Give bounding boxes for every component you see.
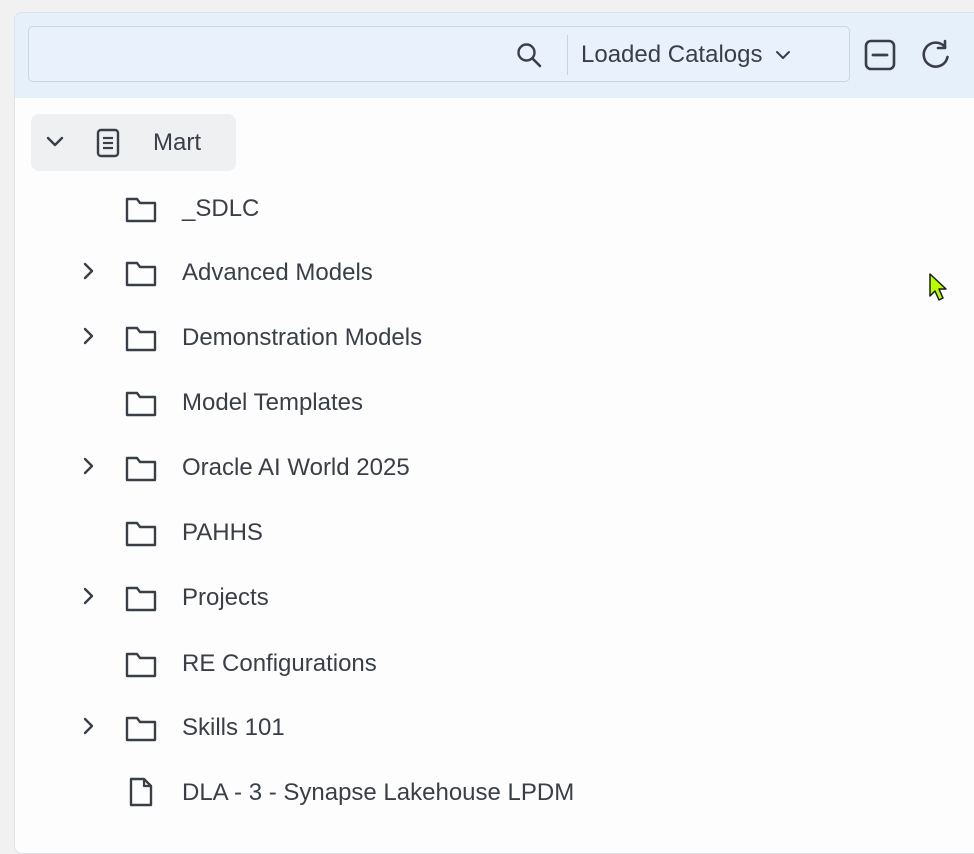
catalog-selector-label: Loaded Catalogs: [581, 41, 763, 68]
tree-item-label: Oracle AI World 2025: [182, 454, 410, 481]
tree-item-label: RE Configurations: [182, 650, 377, 677]
tree-root-mart[interactable]: Mart: [31, 114, 236, 171]
search-icon[interactable]: [514, 40, 544, 70]
collapse-all-icon[interactable]: [862, 37, 898, 73]
file-icon: [129, 777, 153, 807]
refresh-icon[interactable]: [918, 37, 954, 73]
folder-icon: [125, 456, 157, 482]
tree-item-label: Model Templates: [182, 389, 363, 416]
chevron-right-icon[interactable]: [78, 586, 98, 606]
tree-item-advanced-models[interactable]: Advanced Models: [15, 253, 915, 293]
tree-item-demonstration-models[interactable]: Demonstration Models: [15, 318, 915, 358]
tree-item-pahhs[interactable]: PAHHS: [15, 513, 915, 553]
tree-item-skills-101[interactable]: Skills 101: [15, 708, 915, 748]
folder-icon: [125, 652, 157, 678]
chevron-right-icon[interactable]: [78, 456, 98, 476]
catalog-panel: Loaded Catalogs Mart _SDLC Advanced Mode…: [14, 12, 974, 854]
folder-icon: [125, 521, 157, 547]
chevron-down-icon: [776, 51, 791, 59]
chevron-down-icon[interactable]: [45, 132, 65, 152]
search-bar[interactable]: Loaded Catalogs: [28, 26, 850, 82]
folder-icon: [125, 326, 157, 352]
folder-icon: [125, 586, 157, 612]
tree-item-label: Skills 101: [182, 714, 285, 741]
toolbar: Loaded Catalogs: [15, 13, 974, 98]
tree-root-label: Mart: [153, 129, 201, 156]
folder-icon: [125, 716, 157, 742]
toolbar-divider: [567, 35, 568, 75]
tree-item-projects[interactable]: Projects: [15, 578, 915, 618]
folder-icon: [125, 391, 157, 417]
tree-item-oracle-ai-world-2025[interactable]: Oracle AI World 2025: [15, 448, 915, 488]
tree-item-label: Advanced Models: [182, 259, 373, 286]
tree-item-label: Projects: [182, 584, 269, 611]
chevron-right-icon[interactable]: [78, 326, 98, 346]
tree-item-label: PAHHS: [182, 519, 263, 546]
tree-item-label: Demonstration Models: [182, 324, 423, 351]
tree-item-dla-synapse-lakehouse[interactable]: DLA - 3 - Synapse Lakehouse LPDM: [15, 773, 915, 813]
chevron-right-icon[interactable]: [78, 261, 98, 281]
tree-item-label: _SDLC: [182, 195, 260, 222]
tree-item-model-templates[interactable]: Model Templates: [15, 383, 915, 423]
tree-item-sdlc[interactable]: _SDLC: [15, 189, 915, 229]
tree-item-re-configurations[interactable]: RE Configurations: [15, 644, 915, 684]
document-list-icon: [96, 128, 120, 158]
folder-icon: [125, 261, 157, 287]
mouse-cursor-icon: [929, 273, 947, 301]
chevron-right-icon[interactable]: [78, 716, 98, 736]
folder-icon: [125, 197, 157, 223]
tree-item-label: DLA - 3 - Synapse Lakehouse LPDM: [182, 779, 575, 806]
catalog-selector[interactable]: Loaded Catalogs: [581, 31, 792, 79]
